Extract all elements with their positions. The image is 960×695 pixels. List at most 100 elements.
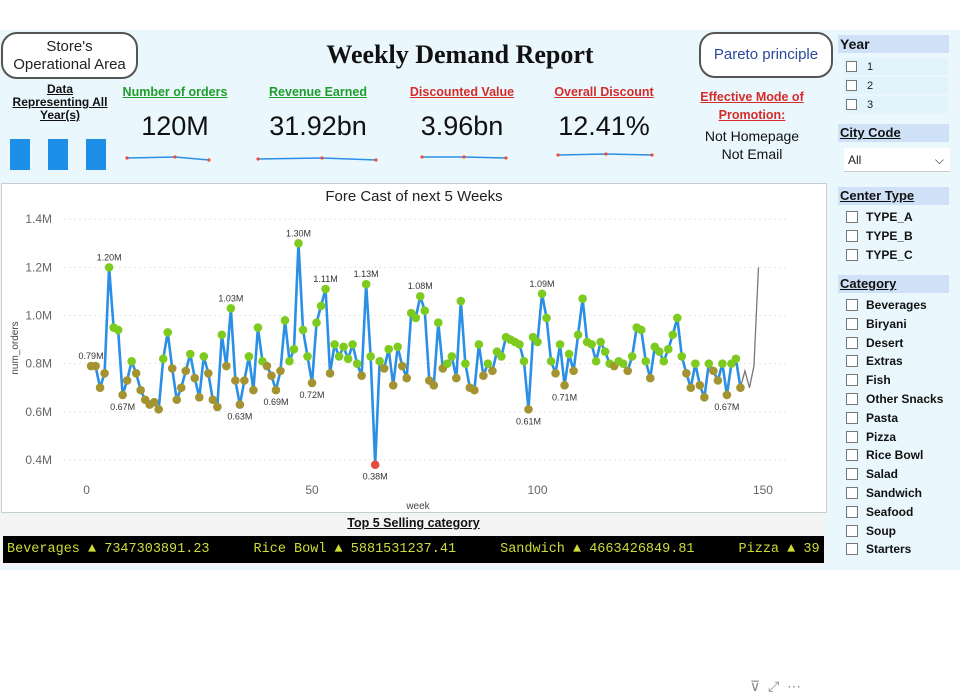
kpi-sparkline [556, 152, 654, 157]
year-option-3[interactable]: 3 [844, 96, 948, 113]
category-option[interactable]: Sandwich [846, 486, 922, 500]
data-point [537, 289, 547, 299]
ticker-item: Beverages ▲ 7347303891.23 [7, 542, 210, 557]
data-point [397, 361, 407, 371]
checkbox[interactable] [846, 449, 858, 462]
data-point [330, 340, 339, 349]
checkbox[interactable] [846, 543, 858, 556]
center-option-label: TYPE_A [866, 210, 913, 224]
data-point [167, 364, 177, 373]
category-option-label: Other Snacks [866, 392, 944, 406]
data-point [149, 397, 159, 407]
store-operational-area-button[interactable]: Store's Operational Area [1, 32, 138, 79]
data-point [709, 366, 718, 376]
data-point [222, 361, 231, 371]
data-label: 1.11M [313, 274, 337, 284]
checkbox[interactable] [846, 249, 858, 261]
data-point [357, 371, 366, 380]
category-option-label: Biryani [866, 316, 907, 331]
data-point [267, 371, 276, 380]
data-point [551, 368, 560, 378]
checkbox[interactable] [846, 505, 858, 518]
checkbox[interactable] [846, 487, 858, 499]
year-bar-2[interactable] [48, 139, 68, 170]
kpi-sparkline [125, 155, 211, 162]
category-option-label: Sandwich [866, 486, 923, 500]
category-option-label: Soup [866, 523, 896, 538]
data-point [361, 279, 371, 289]
data-point [181, 366, 191, 376]
category-option[interactable]: Starters [846, 542, 911, 556]
checkbox[interactable] [846, 524, 858, 537]
category-option[interactable]: Biryani [846, 317, 907, 331]
checkbox[interactable] [846, 211, 858, 223]
data-point [560, 381, 569, 390]
checkbox[interactable] [846, 374, 858, 387]
checkbox[interactable] [846, 336, 858, 349]
category-option[interactable]: Pasta [846, 411, 898, 425]
data-point [194, 393, 204, 402]
year-bar-1[interactable] [10, 139, 30, 170]
category-option[interactable]: Seafood [846, 505, 913, 519]
data-point [704, 359, 714, 368]
data-point [343, 354, 353, 364]
kpi-title: Number of orders [122, 85, 228, 99]
data-point [672, 313, 682, 323]
category-option[interactable]: Pizza [846, 430, 896, 444]
focus-mode-icon[interactable]: ⤢ [768, 678, 779, 694]
data-point [384, 344, 393, 354]
data-point [627, 352, 637, 361]
data-point [298, 325, 308, 335]
data-point [447, 352, 457, 361]
filter-icon[interactable]: ⊽ [750, 678, 760, 694]
data-point [176, 383, 186, 393]
data-point [713, 376, 723, 385]
data-point [546, 356, 556, 366]
category-option[interactable]: Fish [846, 373, 891, 387]
year-option-2[interactable]: 2 [844, 77, 948, 94]
year-bar-3[interactable] [86, 139, 106, 170]
more-options-icon[interactable]: ⋯ [787, 678, 801, 694]
checkbox[interactable] [846, 393, 858, 405]
category-option[interactable]: Desert [846, 336, 903, 350]
y-tick-label: 1.4M [25, 212, 52, 226]
city-code-dropdown[interactable]: All ⌵ [844, 148, 950, 172]
pareto-principle-button[interactable]: Pareto principle [699, 32, 833, 78]
promotion-line-2: Not Email [721, 146, 783, 162]
data-point [415, 291, 425, 301]
x-tick-label: 100 [527, 483, 547, 497]
data-label: 1.09M [530, 279, 555, 289]
data-point [249, 385, 258, 395]
data-label: 0.79M [79, 351, 104, 361]
center-option-type-b[interactable]: TYPE_B [846, 229, 913, 243]
checkbox[interactable] [846, 80, 857, 91]
x-axis-label: week [405, 501, 430, 512]
checkbox[interactable] [846, 99, 857, 110]
center-option-type-c[interactable]: TYPE_C [846, 248, 913, 262]
checkbox[interactable] [846, 317, 858, 330]
checkbox[interactable] [846, 468, 858, 481]
checkbox[interactable] [846, 411, 858, 424]
data-point [240, 376, 249, 385]
checkbox[interactable] [846, 355, 858, 368]
category-option[interactable]: Extras [846, 354, 903, 368]
category-option[interactable]: Soup [846, 524, 896, 538]
category-option[interactable]: Salad [846, 467, 898, 481]
data-point [452, 373, 461, 383]
center-option-type-a[interactable]: TYPE_A [846, 210, 913, 224]
checkbox[interactable] [846, 430, 858, 443]
category-option[interactable]: Other Snacks [846, 392, 943, 406]
forecast-chart[interactable]: Fore Cast of next 5 Weeks 0.4M 0.6M 0.8M 1.… [1, 183, 827, 694]
data-point [600, 347, 610, 356]
category-option-label: Extras [866, 354, 903, 369]
category-option[interactable]: Beverages [846, 298, 927, 312]
data-point [573, 330, 583, 340]
checkbox[interactable] [846, 230, 858, 242]
kpi-value: 31.92bn [269, 111, 367, 141]
y-tick-label: 0.4M [25, 453, 52, 467]
checkbox[interactable] [846, 61, 857, 72]
year-option-1[interactable]: 1 [844, 58, 948, 75]
checkbox[interactable] [846, 299, 858, 311]
category-option[interactable]: Rice Bowl [846, 448, 923, 462]
store-pill-label: Store's Operational Area [13, 37, 126, 73]
